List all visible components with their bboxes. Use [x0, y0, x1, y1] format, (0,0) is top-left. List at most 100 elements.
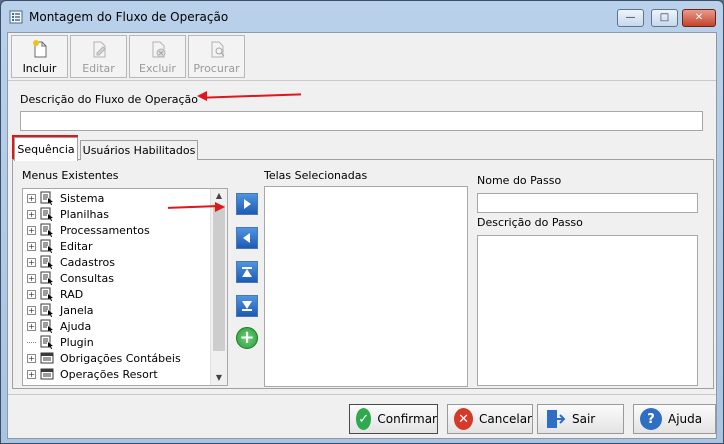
tree-item-label: Cadastros	[60, 255, 115, 269]
toolbar-delete-button[interactable]: Excluir	[129, 35, 186, 78]
edit-document-icon	[93, 41, 106, 58]
annotation-arrowhead-move-right	[215, 202, 225, 212]
tree-scrollbar[interactable]: ▲ ▼	[210, 189, 227, 385]
add-step-button[interactable]: +	[236, 327, 258, 349]
tree-item-label: Obrigações Contábeis	[60, 351, 181, 365]
toolbar-search-label: Procurar	[193, 62, 240, 75]
move-to-top-button[interactable]	[236, 261, 258, 283]
minimize-button[interactable]: —	[617, 9, 644, 27]
expand-icon[interactable]: +	[27, 241, 36, 251]
maximize-button[interactable]: □	[651, 9, 678, 27]
expand-icon[interactable]: +	[27, 305, 36, 315]
help-button[interactable]: ? Ajuda	[633, 404, 716, 434]
module-grid-icon	[40, 368, 54, 380]
exit-button[interactable]: Sair	[537, 404, 624, 434]
confirm-button[interactable]: ✓ Confirmar	[349, 404, 438, 434]
tree-item[interactable]: + Janela	[25, 302, 211, 318]
expand-icon[interactable]: +	[27, 273, 36, 283]
expand-icon[interactable]: +	[27, 209, 36, 219]
menu-tree-list: + Sistema + Planilhas + Processamentos + Editar…	[25, 190, 211, 382]
plus-icon: +	[239, 327, 255, 348]
expand-icon[interactable]: +	[27, 369, 36, 379]
arrow-left-icon	[243, 233, 250, 243]
check-icon: ✓	[356, 408, 372, 430]
menu-cursor-icon	[40, 223, 53, 237]
tree-item[interactable]: + Consultas	[25, 270, 211, 286]
close-button[interactable]: ✕	[682, 9, 716, 27]
help-icon: ?	[640, 408, 662, 430]
confirm-label: Confirmar	[377, 412, 437, 426]
expand-icon[interactable]: +	[27, 257, 36, 267]
tree-item[interactable]: Plugin	[25, 334, 211, 350]
menu-cursor-icon	[40, 303, 53, 317]
main-window: Montagem do Fluxo de Operação — □ ✕ Incl…	[0, 0, 724, 444]
menu-cursor-icon	[40, 191, 53, 205]
expand-icon[interactable]: +	[27, 193, 36, 203]
expand-icon[interactable]: +	[27, 353, 36, 363]
dialog-body: Incluir Editar Excluir Procurar Descriçã…	[7, 32, 717, 439]
menu-cursor-icon	[40, 319, 53, 333]
menu-cursor-icon	[40, 255, 53, 269]
menu-cursor-icon	[40, 271, 53, 285]
expand-icon[interactable]: +	[27, 225, 36, 235]
tree-item-label: Operações Resort	[60, 367, 158, 381]
title-bar[interactable]: Montagem do Fluxo de Operação — □ ✕	[1, 1, 723, 31]
existing-menus-label: Menus Existentes	[22, 169, 119, 182]
menu-cursor-icon	[40, 287, 53, 301]
tree-item-label: Sistema	[60, 191, 105, 205]
tree-item[interactable]: + Sistema	[25, 190, 211, 206]
selected-screens-list[interactable]	[264, 186, 468, 387]
flow-description-input[interactable]	[20, 111, 703, 131]
tree-item[interactable]: + Operações Resort	[25, 366, 211, 382]
selected-screens-label: Telas Selecionadas	[264, 169, 368, 182]
toolbar-edit-button[interactable]: Editar	[70, 35, 127, 78]
tree-item[interactable]: + Planilhas	[25, 206, 211, 222]
toolbar-include-label: Incluir	[22, 62, 57, 75]
tree-item-label: Ajuda	[60, 319, 92, 333]
move-left-button[interactable]	[236, 227, 258, 249]
tree-item[interactable]: + Ajuda	[25, 318, 211, 334]
tree-item[interactable]: + Processamentos	[25, 222, 211, 238]
window-title: Montagem do Fluxo de Operação	[29, 10, 229, 24]
scroll-thumb[interactable]	[213, 205, 225, 351]
flow-description-label: Descrição do Fluxo de Operação	[20, 93, 199, 106]
tree-item[interactable]: + Obrigações Contábeis	[25, 350, 211, 366]
scroll-down-icon[interactable]: ▼	[214, 373, 224, 383]
tree-item-label: Plugin	[60, 335, 94, 349]
cancel-icon: ✕	[454, 408, 474, 430]
tree-item[interactable]: + RAD	[25, 286, 211, 302]
app-icon	[9, 10, 23, 24]
tab-sequence[interactable]: Sequência	[14, 137, 78, 161]
toolbar-search-button[interactable]: Procurar	[188, 35, 245, 78]
step-description-textarea[interactable]	[477, 235, 698, 386]
step-name-label: Nome do Passo	[477, 174, 562, 187]
close-icon: ✕	[694, 12, 704, 23]
menu-cursor-icon	[40, 239, 53, 253]
expand-icon[interactable]: +	[27, 289, 36, 299]
tree-item-label: Processamentos	[60, 223, 150, 237]
step-description-label: Descrição do Passo	[477, 216, 583, 229]
tree-item-label: Consultas	[60, 271, 114, 285]
module-grid-icon	[40, 352, 54, 364]
move-to-bottom-button[interactable]	[236, 295, 258, 317]
step-name-input[interactable]	[477, 193, 698, 213]
expand-icon[interactable]: +	[27, 321, 36, 331]
tree-item[interactable]: + Editar	[25, 238, 211, 254]
maximize-icon: □	[659, 12, 670, 23]
footer-bar: ✓ Confirmar ✕ Cancelar Sair ? Ajuda	[8, 394, 716, 438]
toolbar-include-button[interactable]: Incluir	[11, 35, 68, 78]
tree-item-label: Editar	[60, 239, 93, 253]
move-right-button[interactable]	[236, 193, 258, 215]
arrow-bottom-icon	[242, 301, 252, 311]
cancel-button[interactable]: ✕ Cancelar	[447, 404, 533, 434]
toolbar-delete-label: Excluir	[139, 62, 176, 75]
menu-cursor-icon	[40, 207, 53, 221]
scroll-up-icon[interactable]: ▲	[214, 191, 224, 201]
menu-cursor-icon	[40, 335, 53, 349]
toolbar-edit-label: Editar	[82, 62, 115, 75]
exit-door-icon	[547, 410, 566, 428]
tree-connector	[27, 341, 36, 343]
existing-menus-tree[interactable]: + Sistema + Planilhas + Processamentos + Editar…	[22, 188, 228, 386]
tree-item[interactable]: + Cadastros	[25, 254, 211, 270]
tab-enabled-users[interactable]: Usuários Habilitados	[80, 140, 198, 160]
